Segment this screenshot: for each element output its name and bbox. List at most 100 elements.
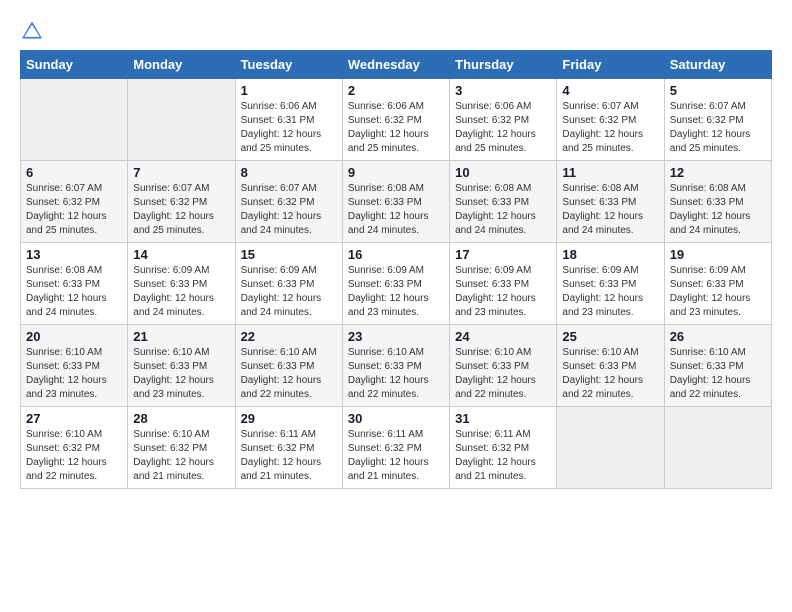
logo	[20, 20, 48, 40]
day-of-week-header: Friday	[557, 51, 664, 79]
calendar-day-cell	[557, 407, 664, 489]
day-number: 4	[562, 83, 658, 98]
calendar-week-row: 1 Sunrise: 6:06 AMSunset: 6:31 PMDaylight…	[21, 79, 772, 161]
day-number: 1	[241, 83, 337, 98]
day-number: 5	[670, 83, 766, 98]
calendar-week-row: 27 Sunrise: 6:10 AMSunset: 6:32 PMDayligh…	[21, 407, 772, 489]
calendar-day-cell: 25 Sunrise: 6:10 AMSunset: 6:33 PMDayligh…	[557, 325, 664, 407]
day-detail: Sunrise: 6:09 AMSunset: 6:33 PMDaylight:…	[133, 264, 229, 320]
day-number: 2	[348, 83, 444, 98]
calendar-week-row: 13 Sunrise: 6:08 AMSunset: 6:33 PMDayligh…	[21, 243, 772, 325]
day-number: 6	[26, 165, 122, 180]
calendar-day-cell: 20Sunrise: 6:10 AMSunset: 6:33 PMDayligh…	[21, 325, 128, 407]
day-number: 25	[562, 329, 658, 344]
day-header-row: SundayMondayTuesdayWednesdayThursdayFrid…	[21, 51, 772, 79]
day-detail: Sunrise: 6:07 AMSunset: 6:32 PMDaylight:…	[562, 100, 658, 156]
day-detail: Sunrise: 6:10 AMSunset: 6:32 PMDaylight:…	[133, 428, 229, 484]
day-number: 12	[670, 165, 766, 180]
day-detail: Sunrise: 6:09 AMSunset: 6:33 PMDaylight:…	[562, 264, 658, 320]
calendar-day-cell: 22 Sunrise: 6:10 AMSunset: 6:33 PMDayligh…	[235, 325, 342, 407]
day-number: 31	[455, 411, 551, 426]
day-number: 10	[455, 165, 551, 180]
calendar-day-cell: 19Sunrise: 6:09 AMSunset: 6:33 PMDayligh…	[664, 243, 771, 325]
calendar-day-cell: 2 Sunrise: 6:06 AMSunset: 6:32 PMDaylight…	[342, 79, 449, 161]
day-number: 19	[670, 247, 766, 262]
day-of-week-header: Sunday	[21, 51, 128, 79]
calendar-day-cell: 24Sunrise: 6:10 AMSunset: 6:33 PMDayligh…	[450, 325, 557, 407]
calendar-day-cell: 10 Sunrise: 6:08 AMSunset: 6:33 PMDayligh…	[450, 161, 557, 243]
day-number: 17	[455, 247, 551, 262]
day-number: 21	[133, 329, 229, 344]
day-detail: Sunrise: 6:07 AMSunset: 6:32 PMDaylight:…	[241, 182, 337, 238]
calendar-day-cell: 28 Sunrise: 6:10 AMSunset: 6:32 PMDayligh…	[128, 407, 235, 489]
day-detail: Sunrise: 6:06 AMSunset: 6:32 PMDaylight:…	[348, 100, 444, 156]
day-number: 30	[348, 411, 444, 426]
day-detail: Sunrise: 6:09 AMSunset: 6:33 PMDaylight:…	[241, 264, 337, 320]
day-number: 8	[241, 165, 337, 180]
day-detail: Sunrise: 6:10 AMSunset: 6:33 PMDaylight:…	[241, 346, 337, 402]
calendar-day-cell	[21, 79, 128, 161]
day-of-week-header: Thursday	[450, 51, 557, 79]
day-detail: Sunrise: 6:09 AMSunset: 6:33 PMDaylight:…	[348, 264, 444, 320]
day-detail: Sunrise: 6:11 AMSunset: 6:32 PMDaylight:…	[348, 428, 444, 484]
day-number: 15	[241, 247, 337, 262]
calendar-day-cell: 11 Sunrise: 6:08 AMSunset: 6:33 PMDayligh…	[557, 161, 664, 243]
calendar-day-cell	[664, 407, 771, 489]
calendar-day-cell: 13 Sunrise: 6:08 AMSunset: 6:33 PMDayligh…	[21, 243, 128, 325]
calendar-week-row: 6 Sunrise: 6:07 AMSunset: 6:32 PMDaylight…	[21, 161, 772, 243]
day-number: 22	[241, 329, 337, 344]
day-number: 23	[348, 329, 444, 344]
day-detail: Sunrise: 6:06 AMSunset: 6:31 PMDaylight:…	[241, 100, 337, 156]
calendar-day-cell: 31 Sunrise: 6:11 AMSunset: 6:32 PMDayligh…	[450, 407, 557, 489]
calendar-day-cell: 21Sunrise: 6:10 AMSunset: 6:33 PMDayligh…	[128, 325, 235, 407]
calendar-day-cell: 16 Sunrise: 6:09 AMSunset: 6:33 PMDayligh…	[342, 243, 449, 325]
day-detail: Sunrise: 6:08 AMSunset: 6:33 PMDaylight:…	[348, 182, 444, 238]
logo-icon	[20, 20, 44, 40]
day-detail: Sunrise: 6:08 AMSunset: 6:33 PMDaylight:…	[455, 182, 551, 238]
calendar-day-cell: 14 Sunrise: 6:09 AMSunset: 6:33 PMDayligh…	[128, 243, 235, 325]
day-detail: Sunrise: 6:09 AMSunset: 6:33 PMDaylight:…	[455, 264, 551, 320]
header	[20, 20, 772, 40]
day-number: 29	[241, 411, 337, 426]
day-number: 18	[562, 247, 658, 262]
calendar-day-cell: 26Sunrise: 6:10 AMSunset: 6:33 PMDayligh…	[664, 325, 771, 407]
day-number: 11	[562, 165, 658, 180]
calendar-day-cell: 8 Sunrise: 6:07 AMSunset: 6:32 PMDaylight…	[235, 161, 342, 243]
day-detail: Sunrise: 6:10 AMSunset: 6:33 PMDaylight:…	[455, 346, 551, 402]
day-number: 3	[455, 83, 551, 98]
calendar-day-cell: 30 Sunrise: 6:11 AMSunset: 6:32 PMDayligh…	[342, 407, 449, 489]
day-number: 26	[670, 329, 766, 344]
day-number: 7	[133, 165, 229, 180]
calendar-day-cell: 5 Sunrise: 6:07 AMSunset: 6:32 PMDaylight…	[664, 79, 771, 161]
calendar-week-row: 20 Sunrise: 6:10 AMSunset: 6:33 PMDayligh…	[21, 325, 772, 407]
calendar-day-cell: 6 Sunrise: 6:07 AMSunset: 6:32 PMDaylight…	[21, 161, 128, 243]
day-number: 28	[133, 411, 229, 426]
day-detail: Sunrise: 6:08 AMSunset: 6:33 PMDaylight:…	[26, 264, 122, 320]
day-number: 20	[26, 329, 122, 344]
calendar-day-cell: 4 Sunrise: 6:07 AMSunset: 6:32 PMDaylight…	[557, 79, 664, 161]
day-number: 9	[348, 165, 444, 180]
calendar-day-cell	[128, 79, 235, 161]
day-number: 14	[133, 247, 229, 262]
day-detail: Sunrise: 6:07 AMSunset: 6:32 PMDaylight:…	[133, 182, 229, 238]
calendar-day-cell: 23 Sunrise: 6:10 AMSunset: 6:33 PMDayligh…	[342, 325, 449, 407]
calendar-day-cell: 9 Sunrise: 6:08 AMSunset: 6:33 PMDaylight…	[342, 161, 449, 243]
day-of-week-header: Tuesday	[235, 51, 342, 79]
calendar-day-cell: 17 Sunrise: 6:09 AMSunset: 6:33 PMDayligh…	[450, 243, 557, 325]
day-detail: Sunrise: 6:10 AMSunset: 6:33 PMDaylight:…	[348, 346, 444, 402]
day-number: 13	[26, 247, 122, 262]
day-detail: Sunrise: 6:11 AMSunset: 6:32 PMDaylight:…	[455, 428, 551, 484]
day-detail: Sunrise: 6:10 AMSunset: 6:32 PMDaylight:…	[26, 428, 122, 484]
day-detail: Sunrise: 6:07 AMSunset: 6:32 PMDaylight:…	[26, 182, 122, 238]
day-of-week-header: Wednesday	[342, 51, 449, 79]
day-detail: Sunrise: 6:08 AMSunset: 6:33 PMDaylight:…	[562, 182, 658, 238]
day-number: 16	[348, 247, 444, 262]
calendar-day-cell: 1 Sunrise: 6:06 AMSunset: 6:31 PMDaylight…	[235, 79, 342, 161]
day-detail: Sunrise: 6:07 AMSunset: 6:32 PMDaylight:…	[670, 100, 766, 156]
calendar-day-cell: 15 Sunrise: 6:09 AMSunset: 6:33 PMDayligh…	[235, 243, 342, 325]
day-number: 27	[26, 411, 122, 426]
calendar-day-cell: 27 Sunrise: 6:10 AMSunset: 6:32 PMDayligh…	[21, 407, 128, 489]
day-detail: Sunrise: 6:11 AMSunset: 6:32 PMDaylight:…	[241, 428, 337, 484]
day-detail: Sunrise: 6:10 AMSunset: 6:33 PMDaylight:…	[562, 346, 658, 402]
calendar-day-cell: 7 Sunrise: 6:07 AMSunset: 6:32 PMDaylight…	[128, 161, 235, 243]
